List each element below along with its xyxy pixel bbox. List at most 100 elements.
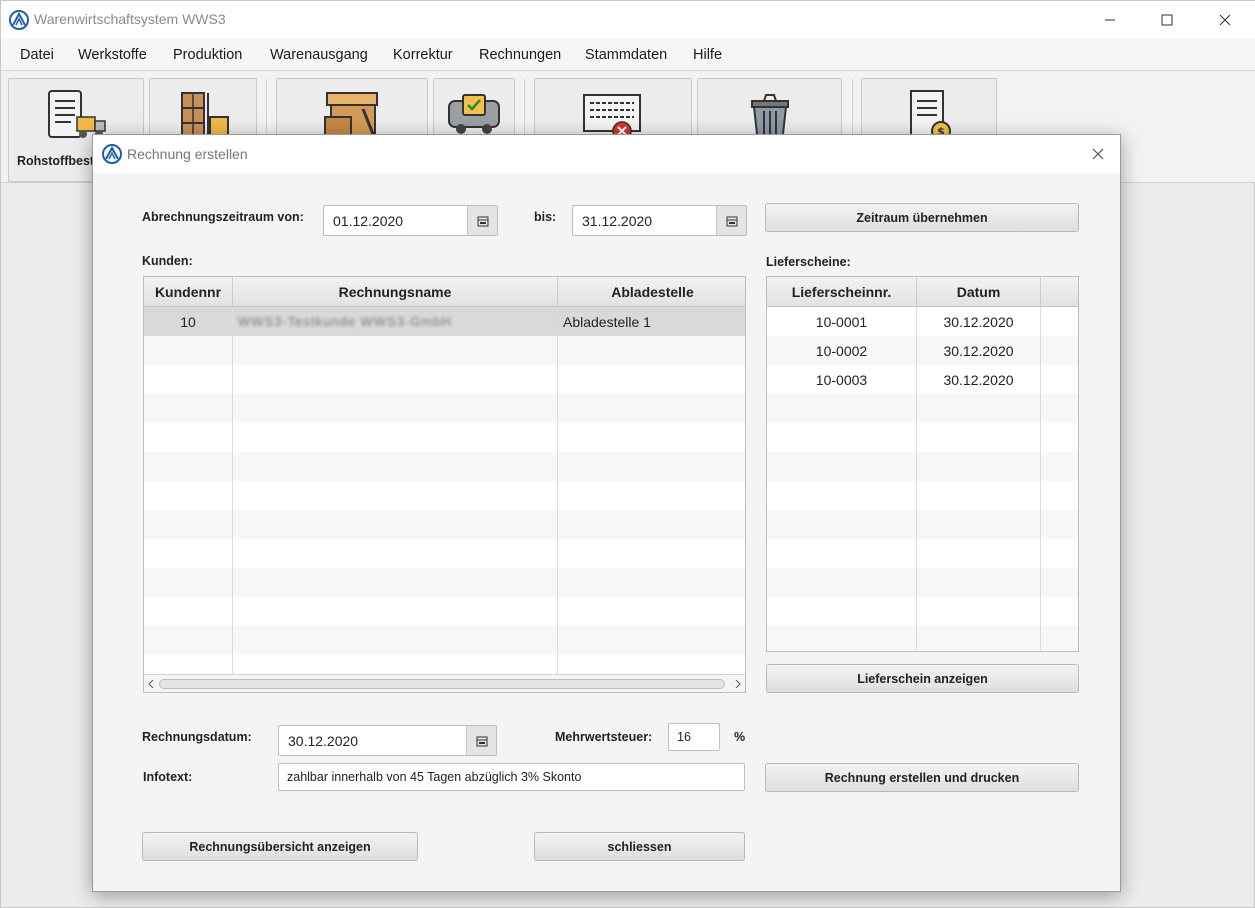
cell-rechnungsname-blurred: WWS3-Testkunde WWS3-GmbH xyxy=(233,307,558,336)
period-to-value[interactable]: 31.12.2020 xyxy=(582,213,652,229)
menu-werkstoffe[interactable]: Werkstoffe xyxy=(78,47,147,63)
empty-cell xyxy=(558,481,745,510)
customers-table[interactable]: Kundennr Rechnungsname Abladestelle 10 W… xyxy=(143,276,746,693)
chevron-left-icon[interactable] xyxy=(147,680,155,688)
delivery-table-header: Lieferscheinnr. Datum xyxy=(767,277,1078,307)
empty-cell xyxy=(917,394,1041,423)
empty-cell xyxy=(233,336,558,365)
empty-cell xyxy=(233,394,558,423)
apply-period-button[interactable]: Zeitraum übernehmen xyxy=(765,203,1079,232)
window-title: Warenwirtschaftsystem WWS3 xyxy=(34,11,226,27)
empty-cell xyxy=(917,626,1041,651)
invoice-date-value[interactable]: 30.12.2020 xyxy=(288,733,358,749)
empty-cell xyxy=(233,481,558,510)
app-logo-icon xyxy=(102,144,122,164)
calendar-button[interactable] xyxy=(716,206,746,235)
menu-produktion[interactable]: Produktion xyxy=(173,47,242,63)
column-header-filler xyxy=(1041,277,1078,307)
maximize-button[interactable] xyxy=(1144,7,1190,33)
minimize-icon xyxy=(1105,19,1115,21)
empty-table-row xyxy=(767,452,1078,481)
calendar-button[interactable] xyxy=(466,726,496,755)
column-header-kundennr[interactable]: Kundennr xyxy=(144,277,233,307)
menu-rechnungen[interactable]: Rechnungen xyxy=(479,47,561,63)
empty-cell xyxy=(233,452,558,481)
cell-lieferscheinnr: 10-0002 xyxy=(767,336,917,365)
empty-table-row xyxy=(144,568,745,597)
delivery-notes-table[interactable]: Lieferscheinnr. Datum 10-0001 30.12.2020… xyxy=(766,276,1079,652)
infotext-input[interactable]: zahlbar innerhalb von 45 Tagen abzüglich… xyxy=(278,763,745,791)
window-close-button[interactable] xyxy=(1202,7,1248,33)
vat-label: Mehrwertsteuer: xyxy=(555,730,653,744)
column-header-abladestelle[interactable]: Abladestelle xyxy=(558,277,745,307)
menu-stammdaten[interactable]: Stammdaten xyxy=(585,47,667,63)
empty-cell xyxy=(144,423,233,452)
empty-cell xyxy=(917,423,1041,452)
cell-datum: 30.12.2020 xyxy=(917,307,1041,336)
empty-cell xyxy=(144,452,233,481)
empty-cell xyxy=(917,568,1041,597)
empty-table-row xyxy=(144,510,745,539)
empty-table-row xyxy=(767,510,1078,539)
empty-cell xyxy=(917,510,1041,539)
empty-cell xyxy=(144,365,233,394)
empty-cell xyxy=(917,481,1041,510)
show-delivery-note-button[interactable]: Lieferschein anzeigen xyxy=(766,664,1079,693)
empty-table-row xyxy=(144,597,745,626)
period-to-datepicker[interactable]: 31.12.2020 xyxy=(572,205,747,236)
invoice-date-label: Rechnungsdatum: xyxy=(142,730,252,744)
dialog-titlebar: Rechnung erstellen xyxy=(93,135,1120,173)
minimize-button[interactable] xyxy=(1087,7,1133,33)
create-and-print-invoice-button[interactable]: Rechnung erstellen und drucken xyxy=(765,763,1079,792)
menu-warenausgang[interactable]: Warenausgang xyxy=(270,47,368,63)
table-row[interactable]: 10-0002 30.12.2020 xyxy=(767,336,1078,365)
empty-cell xyxy=(233,568,558,597)
toolbar-separator xyxy=(852,79,853,139)
horizontal-scrollbar[interactable] xyxy=(144,674,745,692)
invoice-date-datepicker[interactable]: 30.12.2020 xyxy=(278,725,497,756)
cell-datum: 30.12.2020 xyxy=(917,365,1041,394)
empty-cell xyxy=(558,510,745,539)
close-dialog-button[interactable]: schliessen xyxy=(534,832,745,861)
table-row-selected[interactable]: 10 WWS3-Testkunde WWS3-GmbH Abladestelle… xyxy=(144,307,745,336)
scrollbar-thumb[interactable] xyxy=(159,679,725,689)
empty-cell xyxy=(917,452,1041,481)
empty-cell xyxy=(144,597,233,626)
empty-table-row xyxy=(767,481,1078,510)
period-from-datepicker[interactable]: 01.12.2020 xyxy=(323,205,498,236)
menu-hilfe[interactable]: Hilfe xyxy=(693,47,722,63)
period-from-value[interactable]: 01.12.2020 xyxy=(333,213,403,229)
column-header-datum[interactable]: Datum xyxy=(917,277,1041,307)
dialog-close-button[interactable] xyxy=(1084,141,1112,167)
empty-cell xyxy=(558,452,745,481)
empty-table-row xyxy=(144,423,745,452)
column-header-rechnungsname[interactable]: Rechnungsname xyxy=(233,277,558,307)
period-to-label: bis: xyxy=(534,210,557,224)
dialog-title: Rechnung erstellen xyxy=(127,146,248,162)
cell-kundennr: 10 xyxy=(144,307,233,336)
empty-table-row xyxy=(144,336,745,365)
empty-cell xyxy=(767,481,917,510)
column-header-lieferscheinnr[interactable]: Lieferscheinnr. xyxy=(767,277,917,307)
empty-table-row xyxy=(144,365,745,394)
table-row[interactable]: 10-0001 30.12.2020 xyxy=(767,307,1078,336)
infotext-value[interactable]: zahlbar innerhalb von 45 Tagen abzüglich… xyxy=(287,770,581,784)
empty-cell xyxy=(233,510,558,539)
calendar-icon xyxy=(476,736,487,746)
menu-korrektur[interactable]: Korrektur xyxy=(393,47,453,63)
empty-cell xyxy=(233,423,558,452)
chevron-right-icon[interactable] xyxy=(734,680,742,688)
cell-abladestelle: Abladestelle 1 xyxy=(563,313,651,330)
menu-datei[interactable]: Datei xyxy=(20,47,54,63)
table-row[interactable]: 10-0003 30.12.2020 xyxy=(767,365,1078,394)
vat-input[interactable]: 16 xyxy=(668,723,720,751)
empty-cell xyxy=(558,365,745,394)
calendar-icon xyxy=(726,216,737,226)
empty-cell xyxy=(767,510,917,539)
calendar-button[interactable] xyxy=(467,206,497,235)
empty-cell xyxy=(144,336,233,365)
empty-cell xyxy=(767,597,917,626)
invoice-overview-button[interactable]: Rechnungsübersicht anzeigen xyxy=(142,832,418,861)
vat-value[interactable]: 16 xyxy=(677,730,691,744)
empty-cell xyxy=(767,394,917,423)
